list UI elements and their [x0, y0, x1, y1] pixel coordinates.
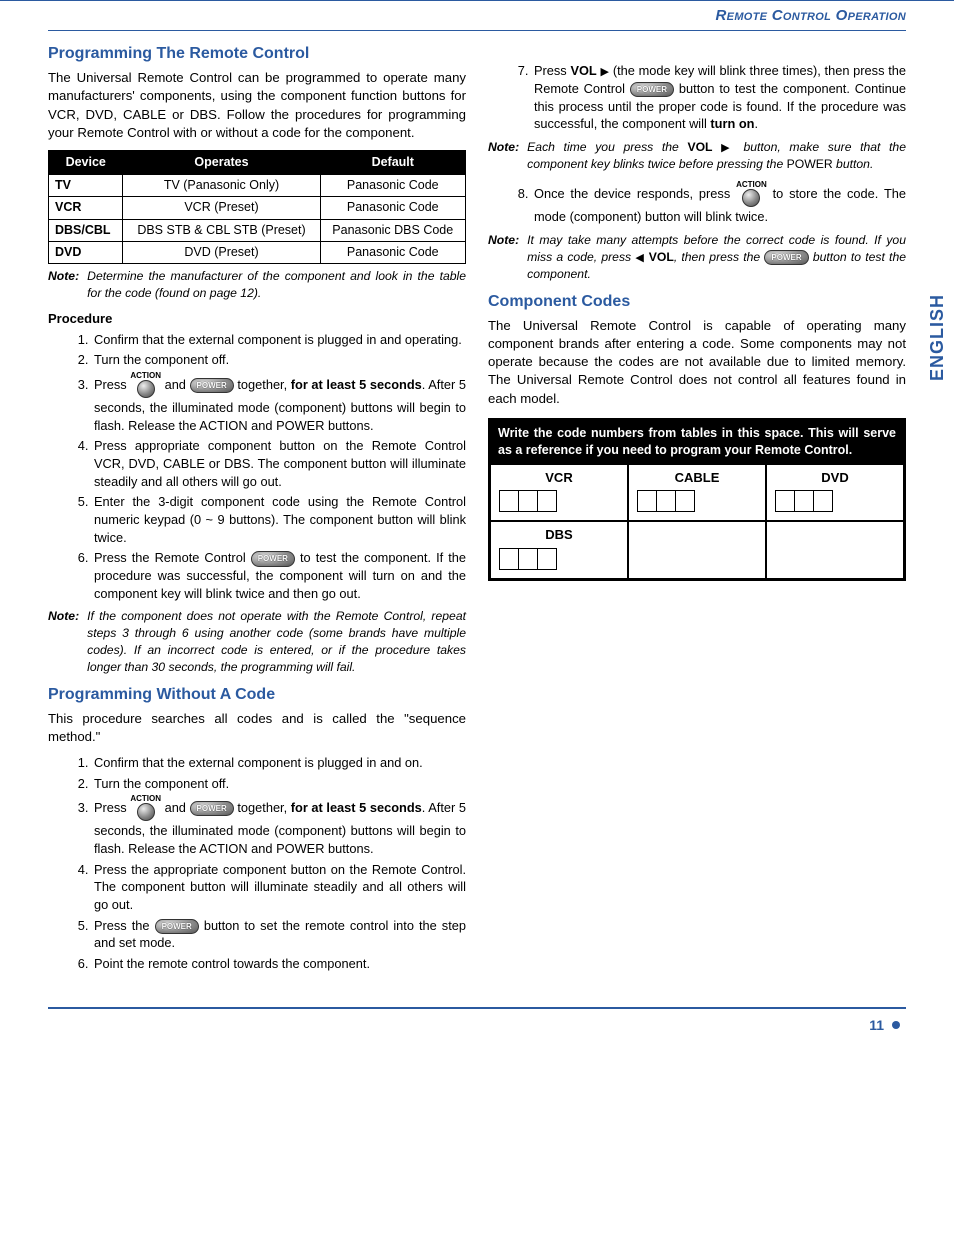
list-item: Press ACTION and POWER together, for at …	[92, 795, 466, 857]
language-tab: ENGLISH	[923, 286, 952, 389]
triangle-right-icon	[600, 63, 609, 78]
procedure-2-continued: Press VOL (the mode key will blink three…	[512, 62, 906, 133]
note-3: Note: Each time you press the VOL button…	[488, 139, 906, 173]
page-dot-icon	[892, 1021, 900, 1029]
list-item: Turn the component off.	[92, 351, 466, 369]
digit-boxes[interactable]	[499, 548, 619, 570]
note-text: If the component does not operate with t…	[87, 608, 466, 675]
triangle-right-icon	[721, 140, 735, 154]
procedure-2-list: Confirm that the external component is p…	[72, 754, 466, 973]
code-cell-empty	[628, 521, 766, 579]
triangle-left-icon	[635, 250, 644, 264]
note-label: Note:	[488, 139, 519, 173]
action-button-icon: ACTION	[130, 795, 161, 822]
digit-boxes[interactable]	[637, 490, 757, 512]
code-cell-cable: CABLE	[628, 464, 766, 522]
list-item: Press ACTION and POWER together, for at …	[92, 372, 466, 434]
note-text: Determine the manufacturer of the compon…	[87, 268, 466, 302]
th-default: Default	[320, 150, 466, 174]
page-number: 11	[48, 1009, 906, 1033]
digit-boxes[interactable]	[775, 490, 895, 512]
th-operates: Operates	[123, 150, 320, 174]
table-row: DVDDVD (Preset)Panasonic Code	[49, 241, 466, 263]
power-button-icon: POWER	[190, 801, 234, 816]
nocode-intro: This procedure searches all codes and is…	[48, 710, 466, 746]
note-label: Note:	[48, 608, 79, 675]
header-rule	[48, 30, 906, 31]
list-item: Press the appropriate component button o…	[92, 861, 466, 914]
codes-intro: The Universal Remote Control is capable …	[488, 317, 906, 408]
note-label: Note:	[48, 268, 79, 302]
note-1: Note: Determine the manufacturer of the …	[48, 268, 466, 302]
heading-programming-remote: Programming The Remote Control	[48, 43, 466, 65]
note-4: Note: It may take many attempts before t…	[488, 232, 906, 283]
left-column: Programming The Remote Control The Unive…	[48, 37, 466, 979]
codes-box-header: Write the code numbers from tables in th…	[490, 420, 904, 464]
right-column: Press VOL (the mode key will blink three…	[488, 37, 906, 979]
code-cell-vcr: VCR	[490, 464, 628, 522]
list-item: Point the remote control towards the com…	[92, 955, 466, 973]
intro-paragraph: The Universal Remote Control can be prog…	[48, 69, 466, 142]
note-2: Note: If the component does not operate …	[48, 608, 466, 675]
list-item: Confirm that the external component is p…	[92, 754, 466, 772]
device-table: Device Operates Default TVTV (Panasonic …	[48, 150, 466, 264]
list-item: Press appropriate component button on th…	[92, 437, 466, 490]
list-item: Enter the 3-digit component code using t…	[92, 493, 466, 546]
procedure-2-continued-8: Once the device responds, press ACTION t…	[512, 181, 906, 226]
code-cell-empty	[766, 521, 904, 579]
table-row: DBS/CBLDBS STB & CBL STB (Preset)Panason…	[49, 219, 466, 241]
digit-boxes[interactable]	[499, 490, 619, 512]
procedure-heading: Procedure	[48, 310, 466, 328]
power-button-icon: POWER	[251, 551, 295, 566]
power-button-icon: POWER	[190, 378, 234, 393]
power-button-icon: POWER	[155, 919, 199, 934]
list-item: Press the Remote Control POWER to test t…	[92, 549, 466, 602]
heading-component-codes: Component Codes	[488, 291, 906, 313]
note-label: Note:	[488, 232, 519, 283]
action-button-icon: ACTION	[736, 181, 767, 208]
action-button-icon: ACTION	[130, 372, 161, 399]
list-item: Press VOL (the mode key will blink three…	[532, 62, 906, 133]
list-item: Once the device responds, press ACTION t…	[532, 181, 906, 226]
code-cell-dvd: DVD	[766, 464, 904, 522]
note-text: It may take many attempts before the cor…	[527, 232, 906, 283]
list-item: Confirm that the external component is p…	[92, 331, 466, 349]
list-item: Press the POWER button to set the remote…	[92, 917, 466, 952]
th-device: Device	[49, 150, 123, 174]
header-section-title: Remote Control Operation	[48, 7, 906, 26]
note-text: Each time you press the VOL button, make…	[527, 139, 906, 173]
power-button-icon: POWER	[764, 250, 808, 265]
procedure-1-list: Confirm that the external component is p…	[72, 331, 466, 603]
code-cell-dbs: DBS	[490, 521, 628, 579]
table-row: VCRVCR (Preset)Panasonic Code	[49, 197, 466, 219]
table-row: TVTV (Panasonic Only)Panasonic Code	[49, 175, 466, 197]
heading-programming-nocode: Programming Without A Code	[48, 684, 466, 706]
codes-reference-box: Write the code numbers from tables in th…	[488, 418, 906, 582]
list-item: Turn the component off.	[92, 775, 466, 793]
power-button-icon: POWER	[630, 82, 674, 97]
